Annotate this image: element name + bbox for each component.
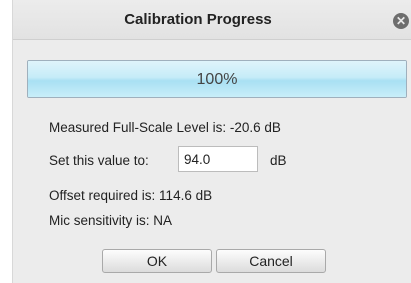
set-value-label: Set this value to: xyxy=(49,153,149,168)
calibration-dialog: Calibration Progress ✕ 100% Measured Ful… xyxy=(12,0,411,283)
title-bar: Calibration Progress ✕ xyxy=(13,0,411,40)
set-value-unit: dB xyxy=(270,153,287,168)
cancel-button[interactable]: Cancel xyxy=(216,249,326,273)
progress-bar: 100% xyxy=(27,60,407,98)
ok-button[interactable]: OK xyxy=(102,249,212,273)
dialog-title: Calibration Progress xyxy=(124,11,272,28)
close-icon[interactable]: ✕ xyxy=(393,13,409,29)
measured-level-text: Measured Full-Scale Level is: -20.6 dB xyxy=(49,120,281,135)
set-value-input[interactable] xyxy=(178,146,258,172)
progress-label: 100% xyxy=(196,71,238,88)
mic-sensitivity-text: Mic sensitivity is: NA xyxy=(49,213,173,228)
offset-required-text: Offset required is: 114.6 dB xyxy=(49,188,213,203)
